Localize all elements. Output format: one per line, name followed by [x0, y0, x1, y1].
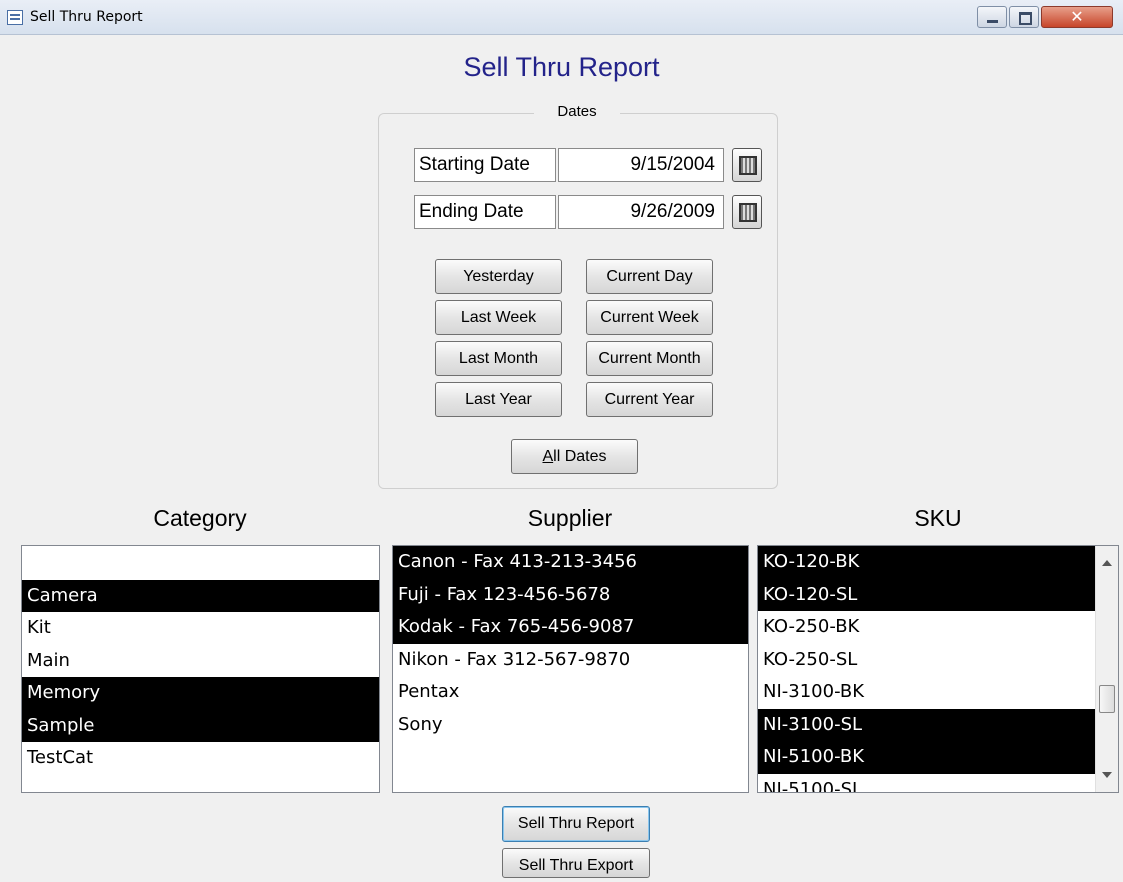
close-icon: ✕ — [1070, 7, 1084, 26]
dates-group-label: Dates — [534, 103, 620, 120]
list-item[interactable]: Nikon - Fax 312-567-9870 — [393, 644, 748, 677]
list-item[interactable]: TestCat — [22, 742, 379, 775]
list-item[interactable]: NI-5100-BK — [758, 741, 1095, 774]
list-item[interactable]: Memory — [22, 677, 379, 710]
list-item[interactable]: Kit — [22, 612, 379, 645]
scroll-down-arrow-icon[interactable] — [1102, 772, 1112, 778]
current-week-button[interactable]: Current Week — [586, 300, 713, 335]
window-title: Sell Thru Report — [30, 9, 143, 25]
sku-header: SKU — [914, 505, 962, 531]
category-listbox[interactable]: Camera Kit Main Memory Sample TestCat — [21, 545, 380, 793]
list-item[interactable]: NI-3100-SL — [758, 708, 1095, 741]
ending-date-field[interactable]: 9/26/2009 — [558, 195, 724, 229]
ending-date-calendar-icon[interactable] — [732, 195, 762, 229]
last-year-button[interactable]: Last Year — [435, 382, 562, 417]
form-icon — [7, 10, 23, 25]
starting-date-calendar-icon[interactable] — [732, 148, 762, 182]
list-item[interactable]: KO-250-BK — [758, 611, 1095, 644]
current-day-button[interactable]: Current Day — [586, 259, 713, 294]
list-item[interactable]: Sony — [393, 709, 748, 742]
list-item[interactable]: Sample — [22, 709, 379, 742]
starting-date-label: Starting Date — [414, 148, 556, 182]
scroll-up-arrow-icon[interactable] — [1102, 560, 1112, 566]
maximize-button[interactable] — [1009, 6, 1039, 28]
list-item[interactable]: Main — [22, 645, 379, 678]
list-item[interactable]: NI-5100-SL — [758, 774, 1095, 793]
sku-listbox[interactable]: KO-120-BK KO-120-SL KO-250-BK KO-250-SL NI-3… — [757, 545, 1119, 793]
list-item[interactable]: Camera — [22, 579, 379, 612]
supplier-listbox[interactable]: Canon - Fax 413-213-3456 Fuji - Fax 123-4… — [392, 545, 749, 793]
last-week-button[interactable]: Last Week — [435, 300, 562, 335]
minimize-button[interactable] — [977, 6, 1007, 28]
list-item[interactable]: Fuji - Fax 123-456-5678 — [393, 578, 748, 611]
list-item[interactable]: Pentax — [393, 676, 748, 709]
list-item[interactable] — [22, 547, 379, 580]
all-dates-button[interactable]: All Dates — [511, 439, 638, 474]
sku-scrollbar[interactable] — [1095, 546, 1118, 792]
list-item[interactable]: Canon - Fax 413-213-3456 — [393, 546, 748, 579]
list-item[interactable]: KO-120-SL — [758, 578, 1095, 611]
scrollbar-thumb[interactable] — [1099, 685, 1115, 713]
all-dates-label: ll Dates — [553, 448, 607, 465]
list-item[interactable]: KO-120-BK — [758, 546, 1095, 579]
ending-date-label: Ending Date — [414, 195, 556, 229]
page-title: Sell Thru Report — [463, 52, 660, 82]
current-month-button[interactable]: Current Month — [586, 341, 713, 376]
list-item[interactable]: NI-3100-BK — [758, 676, 1095, 709]
sell-thru-export-button[interactable]: Sell Thru Export — [502, 848, 650, 878]
close-button[interactable]: ✕ — [1041, 6, 1113, 28]
all-dates-accelerator: A — [542, 448, 554, 465]
list-item[interactable]: Kodak - Fax 765-456-9087 — [393, 611, 748, 644]
supplier-header: Supplier — [527, 505, 613, 531]
yesterday-button[interactable]: Yesterday — [435, 259, 562, 294]
last-month-button[interactable]: Last Month — [435, 341, 562, 376]
category-header: Category — [153, 505, 247, 531]
list-item[interactable]: KO-250-SL — [758, 644, 1095, 677]
starting-date-field[interactable]: 9/15/2004 — [558, 148, 724, 182]
current-year-button[interactable]: Current Year — [586, 382, 713, 417]
sell-thru-report-button[interactable]: Sell Thru Report — [502, 806, 650, 842]
window-titlebar[interactable]: Sell Thru Report ✕ — [0, 0, 1123, 35]
